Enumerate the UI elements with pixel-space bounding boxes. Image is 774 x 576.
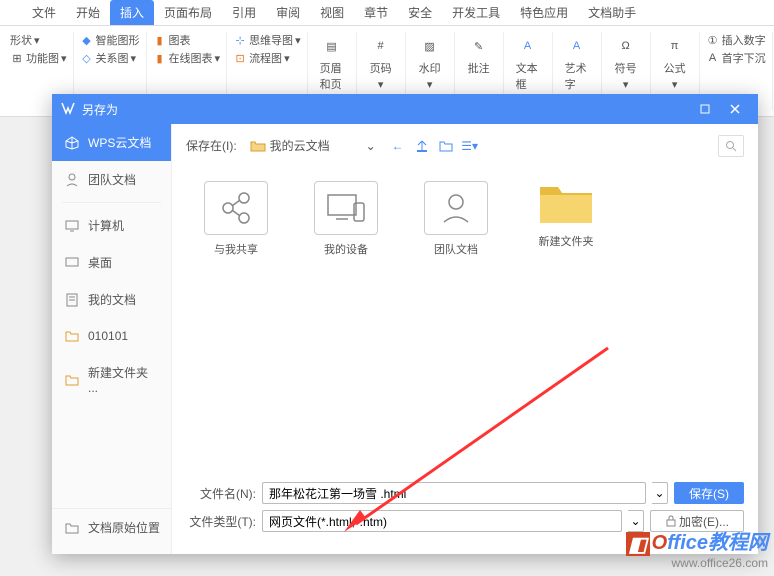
function-icon: ⊞ (10, 51, 24, 65)
file-item-newfolder[interactable]: 新建文件夹 (526, 181, 606, 249)
watermark-icon: ▨ (418, 34, 442, 58)
filename-dropdown[interactable]: ⌄ (652, 482, 668, 504)
tab-security[interactable]: 安全 (398, 0, 442, 25)
search-icon (725, 140, 737, 152)
folder-icon (538, 181, 594, 227)
save-button[interactable]: 保存(S) (674, 482, 744, 504)
ribbon-pagenum[interactable]: #页码▾ (363, 32, 399, 93)
path-bar: 保存在(I): 我的云文档 ⌄ ← ☰▾ (186, 134, 744, 157)
team-icon (64, 172, 80, 188)
tab-view[interactable]: 视图 (310, 0, 354, 25)
dialog-titlebar: 另存为 (52, 94, 758, 124)
ribbon-symbol[interactable]: Ω符号▾ (608, 32, 644, 93)
file-item-team[interactable]: 团队文档 (416, 181, 496, 257)
ribbon-watermark[interactable]: ▨水印▾ (412, 32, 448, 93)
wps-logo-icon (60, 100, 76, 119)
folder-icon (64, 328, 80, 344)
formula-icon: π (663, 34, 687, 58)
mindmap-icon: ⊹ (233, 33, 247, 47)
ribbon-firstsink[interactable]: A首字下沉 (706, 50, 766, 66)
tab-insert[interactable]: 插入 (110, 0, 154, 25)
insertnum-icon: ① (706, 33, 720, 47)
tab-start[interactable]: 开始 (66, 0, 110, 25)
tab-dochelper[interactable]: 文档助手 (578, 0, 646, 25)
file-grid: 与我共享 我的设备 团队文档 新建文件夹 (186, 171, 744, 476)
headerfooter-icon: ▤ (320, 34, 344, 58)
dialog-main: 保存在(I): 我的云文档 ⌄ ← ☰▾ 与我共享 (172, 124, 758, 554)
back-button[interactable]: ← (389, 137, 407, 155)
save-in-label: 保存在(I): (186, 137, 237, 154)
file-item-devices[interactable]: 我的设备 (306, 181, 386, 257)
wordart-icon: A (565, 34, 589, 58)
cloud-icon (64, 135, 80, 151)
dialog-title: 另存为 (82, 101, 118, 118)
folder-icon (64, 372, 80, 388)
documents-icon (64, 292, 80, 308)
onlinechart-icon: ▮ (153, 51, 167, 65)
view-options-button[interactable]: ☰▾ (461, 137, 479, 155)
tab-featured[interactable]: 特色应用 (510, 0, 578, 25)
tab-section[interactable]: 章节 (354, 0, 398, 25)
ribbon-chart[interactable]: ▮图表 (153, 32, 221, 48)
folder-icon (250, 139, 266, 153)
pagenum-icon: # (369, 34, 393, 58)
smartart-icon: ◆ (80, 33, 94, 47)
tab-reference[interactable]: 引用 (222, 0, 266, 25)
filename-input[interactable]: 那年松花江第一场雪 .html (262, 482, 646, 504)
sidebar-folder1[interactable]: 010101 (52, 318, 171, 354)
team-icon (436, 188, 476, 228)
ribbon-gongneng[interactable]: ⊞功能图▾ (10, 50, 67, 66)
watermark: ◧Office教程网 www.office26.com (626, 526, 768, 570)
ribbon-flowchart[interactable]: ⊡流程图▾ (233, 50, 301, 66)
computer-icon (64, 218, 80, 234)
ribbon-annotate[interactable]: ✎批注 (461, 32, 497, 78)
tab-devtools[interactable]: 开发工具 (442, 0, 510, 25)
sidebar-mydocs[interactable]: 我的文档 (52, 281, 171, 318)
close-button[interactable] (720, 98, 750, 120)
new-folder-button[interactable] (437, 137, 455, 155)
location-dropdown[interactable]: 我的云文档 ⌄ (243, 134, 383, 157)
filetype-label: 文件类型(T): (186, 513, 256, 530)
maximize-button[interactable] (690, 98, 720, 120)
main-tabs: 文件 开始 插入 页面布局 引用 审阅 视图 章节 安全 开发工具 特色应用 文… (0, 0, 774, 26)
ribbon-insertnum[interactable]: ①插入数字 (706, 32, 766, 48)
ribbon-shapes[interactable]: 形状▾ (10, 32, 67, 48)
sidebar-computer[interactable]: 计算机 (52, 207, 171, 244)
sidebar-team-doc[interactable]: 团队文档 (52, 161, 171, 198)
tab-review[interactable]: 审阅 (266, 0, 310, 25)
share-icon (216, 188, 256, 228)
dropcap-icon: A (706, 51, 720, 65)
relation-icon: ◇ (80, 51, 94, 65)
tab-file[interactable]: 文件 (22, 0, 66, 25)
symbol-icon: Ω (614, 34, 638, 58)
flowchart-icon: ⊡ (233, 51, 247, 65)
save-as-dialog: 另存为 WPS云文档 团队文档 计算机 桌面 (52, 94, 758, 554)
annotate-icon: ✎ (467, 34, 491, 58)
ribbon-onlinechart[interactable]: ▮在线图表▾ (153, 50, 221, 66)
file-item-share[interactable]: 与我共享 (196, 181, 276, 257)
sidebar-folder2[interactable]: 新建文件夹 ... (52, 354, 171, 405)
lock-icon (665, 515, 677, 527)
devices-icon (324, 191, 368, 225)
up-button[interactable] (413, 137, 431, 155)
sidebar-wps-cloud[interactable]: WPS云文档 (52, 124, 171, 161)
ribbon-smart[interactable]: ◆智能图形 (80, 32, 140, 48)
chevron-down-icon: ⌄ (366, 139, 376, 153)
filename-label: 文件名(N): (186, 485, 256, 502)
ribbon-mindmap[interactable]: ⊹思维导图▾ (233, 32, 301, 48)
chart-icon: ▮ (153, 33, 167, 47)
sidebar-origin-location[interactable]: 文档原始位置 (52, 508, 172, 546)
ribbon-relation[interactable]: ◇关系图▾ (80, 50, 140, 66)
sidebar-desktop[interactable]: 桌面 (52, 244, 171, 281)
tab-pagelayout[interactable]: 页面布局 (154, 0, 222, 25)
ribbon-formula[interactable]: π公式▾ (657, 32, 693, 93)
filetype-input[interactable]: 网页文件(*.html;*.htm) (262, 510, 622, 532)
desktop-icon (64, 255, 80, 271)
search-button[interactable] (718, 135, 744, 157)
folder-icon (64, 520, 80, 536)
dialog-sidebar: WPS云文档 团队文档 计算机 桌面 我的文档 010101 (52, 124, 172, 554)
watermark-logo-icon: ◧ (626, 532, 650, 556)
textbox-icon: A (516, 34, 540, 58)
